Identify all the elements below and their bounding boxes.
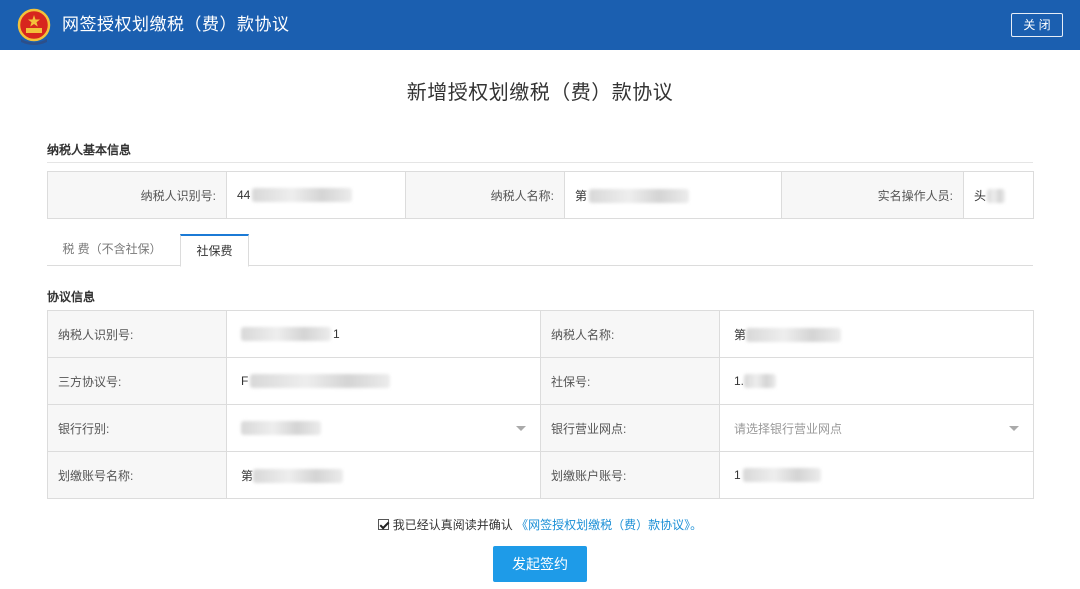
app-title: 网签授权划缴税（费）款协议	[62, 15, 290, 34]
protocol-taxpayer-name-label: 纳税人名称:	[540, 310, 720, 358]
chevron-down-icon	[516, 426, 526, 431]
bank-type-select[interactable]	[226, 404, 541, 452]
taxpayer-name-label: 纳税人名称:	[405, 171, 565, 219]
bank-branch-placeholder: 请选择银行营业网点	[734, 421, 843, 436]
tab-social-insurance[interactable]: 社保费	[180, 234, 249, 267]
social-no-label: 社保号:	[540, 357, 720, 405]
bank-branch-label: 银行营业网点:	[540, 404, 720, 452]
taxpayer-id-label: 纳税人识别号:	[47, 171, 227, 219]
protocol-info-heading: 协议信息	[47, 290, 96, 304]
bank-branch-select[interactable]: 请选择银行营业网点	[719, 404, 1034, 452]
agreement-checkbox[interactable]	[377, 519, 389, 530]
operator-value: 头	[963, 171, 1034, 219]
national-emblem-icon	[17, 8, 51, 45]
agreement-text: 我已经认真阅读并确认	[392, 518, 513, 532]
tab-bar: 税 费（不含社保） 社保费	[47, 234, 1033, 267]
basic-info-table: 纳税人识别号: 44 纳税人名称: 第 实名操作人员: 头	[47, 171, 1034, 219]
tab-tax-fee[interactable]: 税 费（不含社保）	[47, 234, 177, 266]
account-no-label: 划缴账户账号:	[540, 451, 720, 499]
account-no-value: 1	[719, 451, 1034, 499]
operator-label: 实名操作人员:	[781, 171, 964, 219]
account-name-value: 第	[226, 451, 541, 499]
page-title: 新增授权划缴税（费）款协议	[406, 82, 674, 104]
tripartite-no-value: F	[226, 357, 541, 405]
agreement-row: 我已经认真阅读并确认 《网签授权划缴税（费）款协议》。	[0, 516, 1080, 533]
taxpayer-name-value: 第	[564, 171, 782, 219]
initiate-signing-button[interactable]: 发起签约	[493, 546, 587, 582]
protocol-taxpayer-id-label: 纳税人识别号:	[47, 310, 227, 358]
taxpayer-id-value: 44	[226, 171, 406, 219]
agreement-suffix: 。	[690, 518, 703, 532]
social-no-value: 1.	[719, 357, 1034, 405]
chevron-down-icon	[1009, 426, 1019, 431]
top-header-bar: 网签授权划缴税（费）款协议 关 闭	[0, 0, 1080, 50]
agreement-link[interactable]: 《网签授权划缴税（费）款协议》	[516, 518, 690, 532]
tripartite-no-label: 三方协议号:	[47, 357, 227, 405]
basic-info-heading: 纳税人基本信息	[47, 143, 132, 157]
bank-type-label: 银行行别:	[47, 404, 227, 452]
account-name-label: 划缴账号名称:	[47, 451, 227, 499]
close-button[interactable]: 关 闭	[1011, 13, 1063, 37]
protocol-taxpayer-id-value: 1	[226, 310, 541, 358]
protocol-taxpayer-name-value: 第	[719, 310, 1034, 358]
divider	[47, 162, 1033, 163]
protocol-info-table: 纳税人识别号: 1 纳税人名称: 第 三方协议号: F 社保号: 1. 银行行别…	[47, 310, 1034, 499]
